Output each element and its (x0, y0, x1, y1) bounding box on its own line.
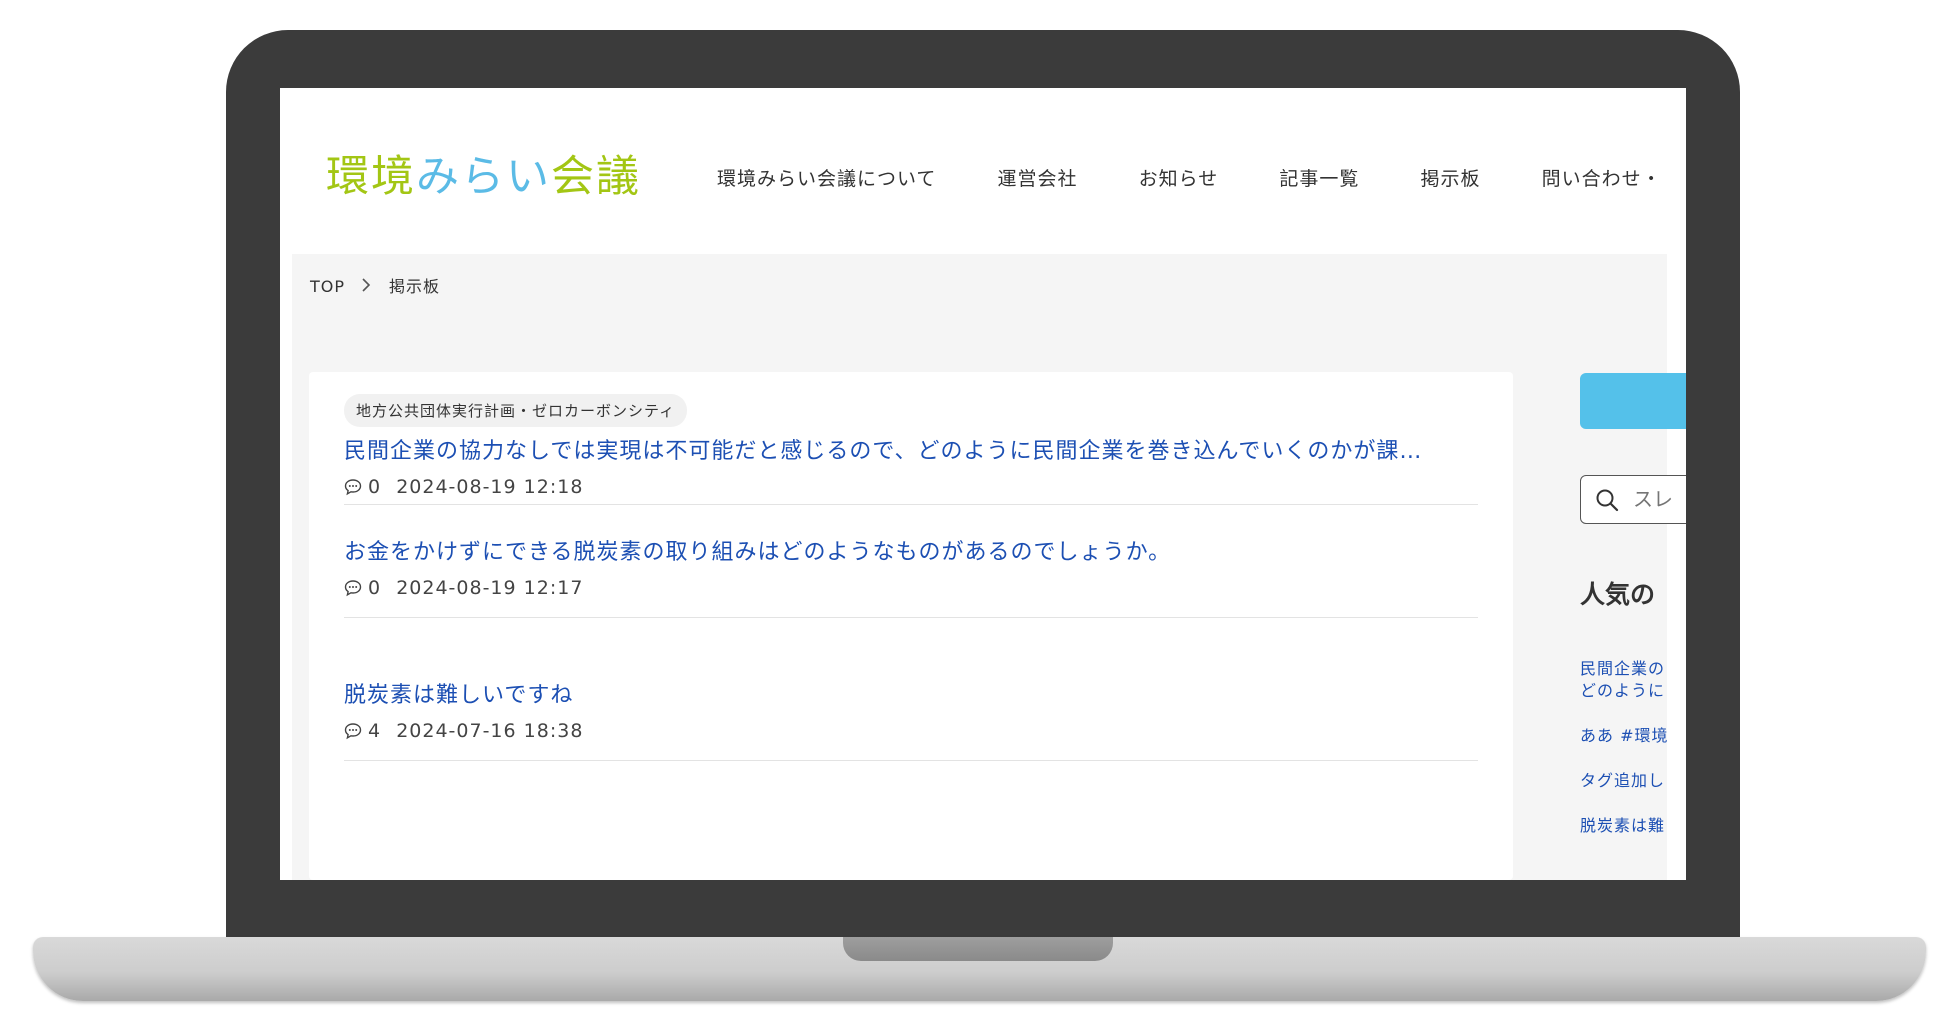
category-tag[interactable]: 地方公共団体実行計画・ゼロカーボンシティ (344, 394, 688, 427)
new-thread-button[interactable] (1580, 373, 1686, 429)
popular-thread-link[interactable]: どのように (1580, 680, 1665, 702)
popular-thread-link[interactable]: 民間企業の (1580, 658, 1665, 680)
nav-item-contact[interactable]: 問い合わせ・ (1542, 164, 1662, 191)
site-header: 環境みらい会議 環境みらい会議について 運営会社 お知らせ 記事一覧 掲示板 問… (280, 88, 1686, 254)
popular-thread-link[interactable]: タグ追加し (1580, 770, 1665, 792)
thread-item: お金をかけずにできる脱炭素の取り組みはどのようなものがあるのでしょうか。 0 2… (344, 534, 1478, 618)
thread-search-box[interactable] (1580, 475, 1686, 524)
nav-item-news[interactable]: お知らせ (1139, 164, 1219, 191)
nav-item-articles[interactable]: 記事一覧 (1279, 164, 1359, 191)
breadcrumb-current: 掲示板 (389, 277, 441, 296)
comment-count: 4 (368, 720, 381, 742)
laptop-notch (843, 937, 1113, 961)
thread-meta: 0 2024-08-19 12:17 (344, 577, 1478, 602)
thread-title[interactable]: 脱炭素は難しいですね (344, 677, 1478, 709)
thread-title[interactable]: 民間企業の協力なしでは実現は不可能だと感じるので、どのように民間企業を巻き込んで… (344, 433, 1478, 465)
speech-bubble-icon (344, 478, 362, 501)
site-logo[interactable]: 環境みらい会議 (326, 142, 641, 204)
thread-meta: 4 2024-07-16 18:38 (344, 720, 1478, 745)
thread-meta: 0 2024-08-19 12:18 (344, 476, 1478, 501)
breadcrumb: TOP 掲示板 (310, 273, 440, 297)
nav-item-company[interactable]: 運営会社 (998, 164, 1078, 191)
popular-threads-heading: 人気の (1580, 580, 1656, 609)
popular-thread-link[interactable]: ああ #環境 (1580, 725, 1669, 747)
search-input[interactable] (1633, 484, 1686, 514)
nav-item-forum[interactable]: 掲示板 (1420, 164, 1480, 191)
nav-item-about[interactable]: 環境みらい会議について (717, 164, 936, 191)
browser-viewport: 環境みらい会議 環境みらい会議について 運営会社 お知らせ 記事一覧 掲示板 問… (280, 88, 1686, 880)
thread-title[interactable]: お金をかけずにできる脱炭素の取り組みはどのようなものがあるのでしょうか。 (344, 534, 1478, 566)
thread-date: 2024-07-16 18:38 (396, 720, 584, 742)
thread-list-card: 地方公共団体実行計画・ゼロカーボンシティ 民間企業の協力なしでは実現は不可能だと… (309, 372, 1513, 880)
logo-part-3: 会議 (551, 152, 641, 202)
thread-date: 2024-08-19 12:18 (396, 476, 584, 498)
thread-date: 2024-08-19 12:17 (396, 577, 584, 599)
speech-bubble-icon (344, 722, 362, 745)
magnifier-icon (1595, 488, 1619, 516)
popular-thread-link[interactable]: 脱炭素は難 (1580, 815, 1665, 837)
thread-item: 脱炭素は難しいですね 4 2024-07-16 18:38 (344, 677, 1478, 761)
thread-item: 地方公共団体実行計画・ゼロカーボンシティ 民間企業の協力なしでは実現は不可能だと… (344, 394, 1478, 505)
main-nav: 環境みらい会議について 運営会社 お知らせ 記事一覧 掲示板 問い合わせ・ (717, 164, 1686, 191)
comment-count: 0 (368, 577, 381, 599)
breadcrumb-home[interactable]: TOP (310, 277, 345, 296)
chevron-right-icon (361, 277, 371, 296)
logo-part-2: みらい (416, 152, 551, 202)
speech-bubble-icon (344, 579, 362, 602)
comment-count: 0 (368, 476, 381, 498)
logo-part-1: 環境 (326, 152, 416, 202)
